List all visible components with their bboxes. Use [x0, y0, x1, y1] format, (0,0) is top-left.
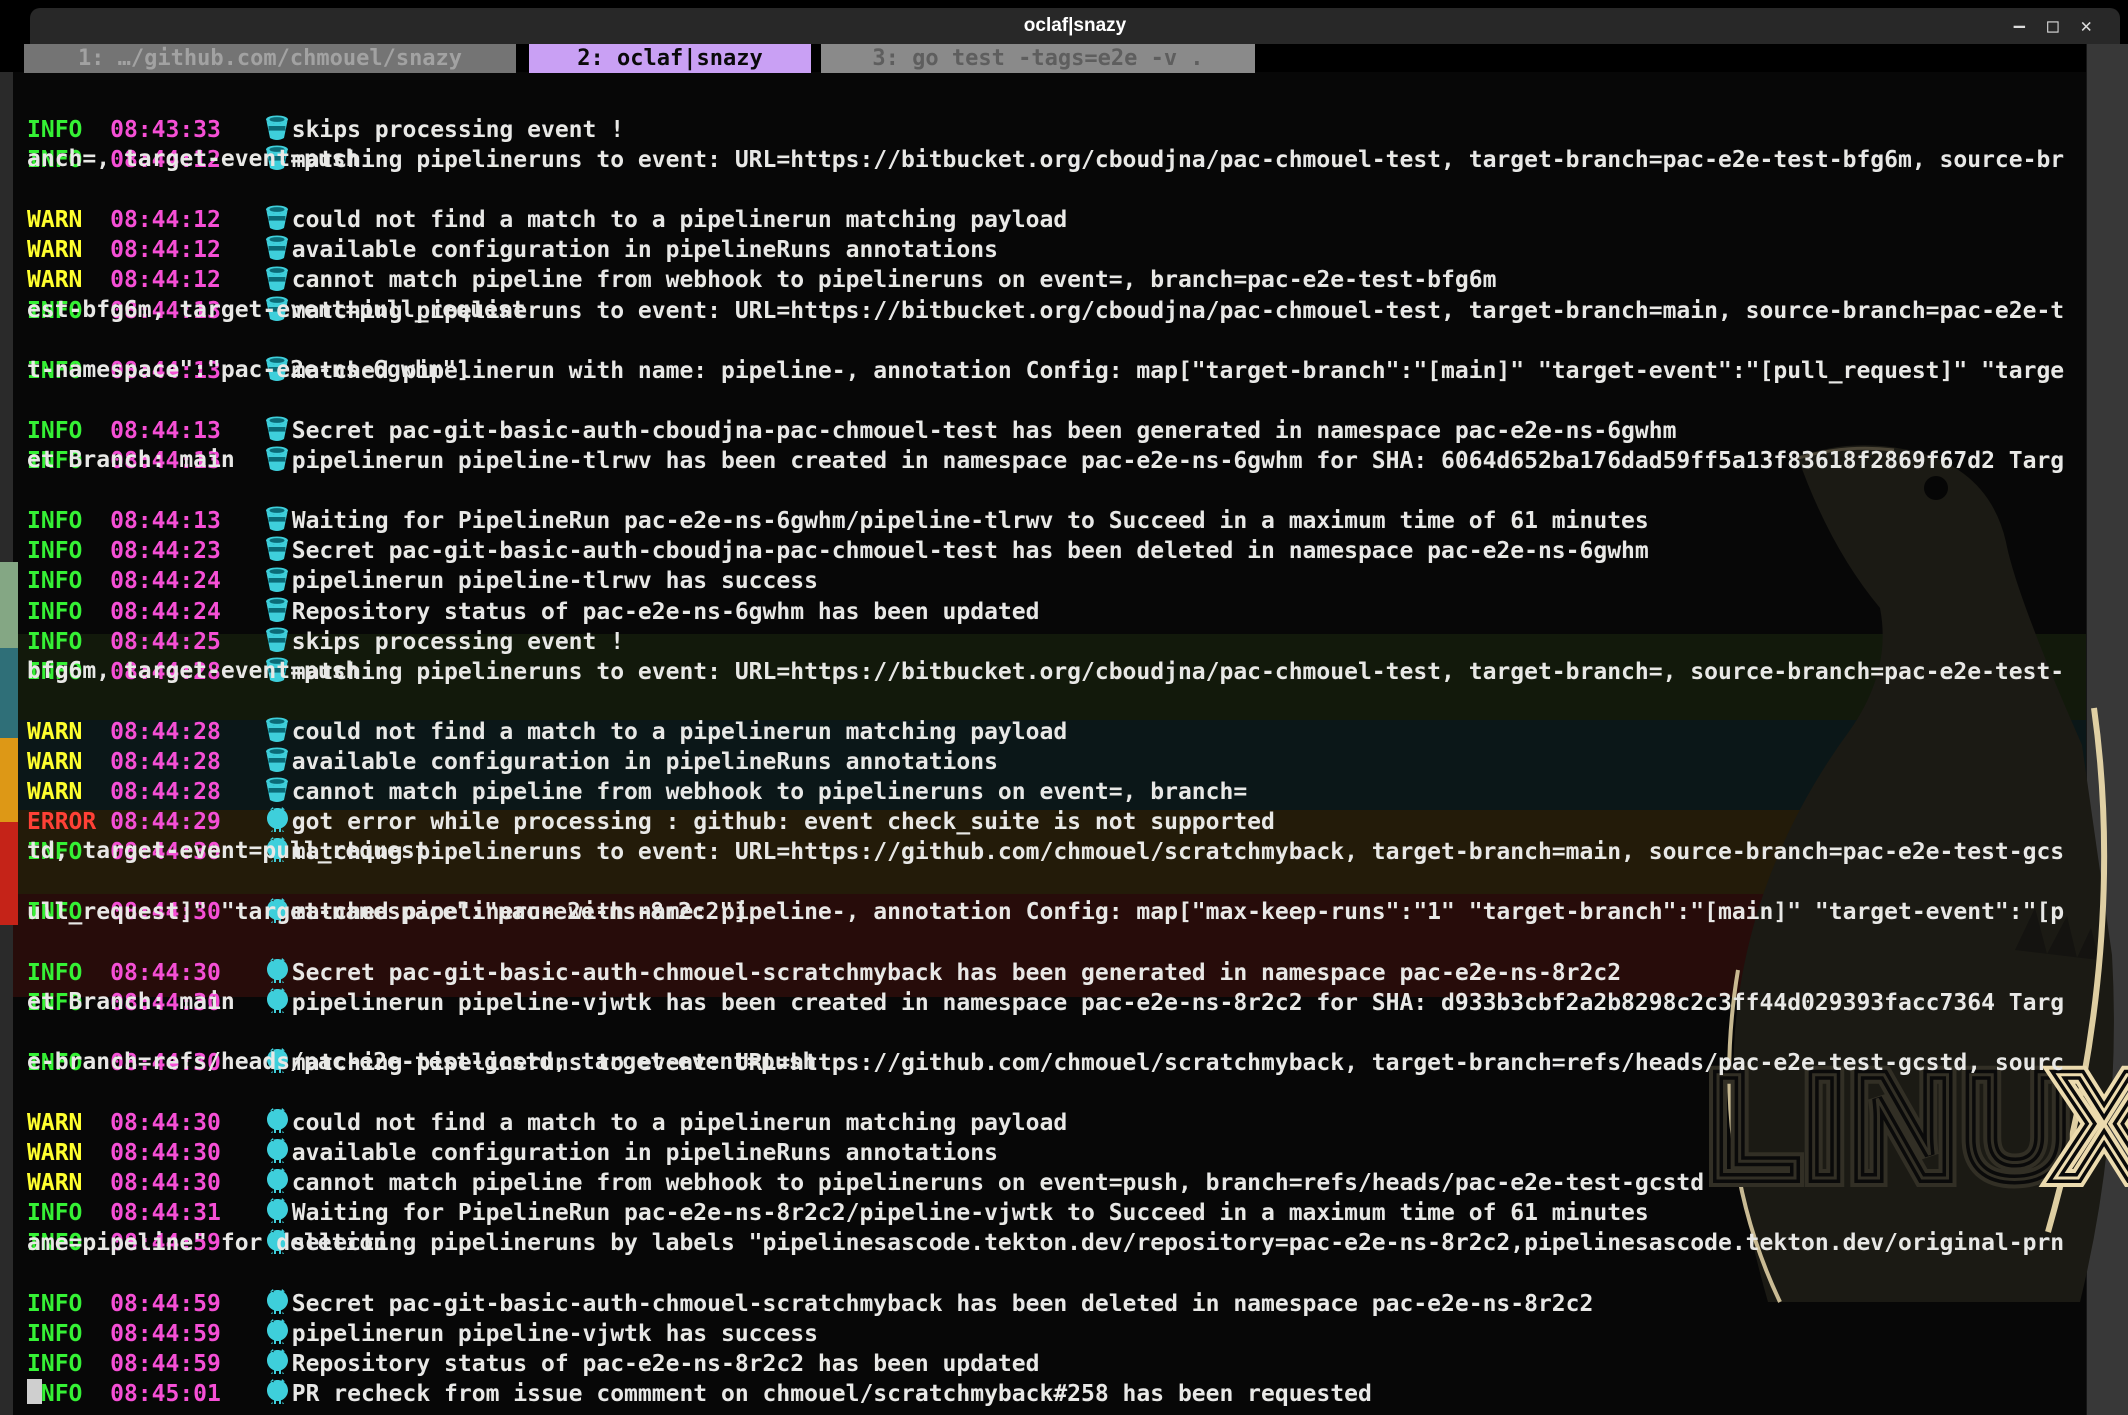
log-row: WARN 08:44:30 could not find a match to … — [0, 1077, 2087, 1107]
log-row: INFO 08:44:59 Secret pac-git-basic-auth-… — [0, 1258, 2087, 1288]
octocat-icon — [235, 957, 292, 1022]
log-message-continuation: ull_request]" "target-namespace":"pac-e2… — [27, 899, 747, 925]
close-button[interactable]: ✕ — [2081, 15, 2092, 37]
log-timestamp: 08:45:01 — [110, 1381, 235, 1407]
log-row: INFO 08:44:24 Repository status of pac-e… — [0, 566, 2087, 596]
minimize-button[interactable]: – — [2014, 15, 2025, 37]
log-row: INFO 08:44:12 matching pipelineruns to e… — [0, 114, 2087, 144]
log-row: WARN 08:44:12 could not find a match to … — [0, 174, 2087, 204]
log-message: matching pipelineruns to event: URL=http… — [292, 839, 2064, 865]
log-message: PR recheck from issue commment on chmoue… — [292, 1381, 1372, 1407]
log-row: INFO 08:44:31 Waiting for PipelineRun pa… — [0, 1167, 2087, 1197]
log-message-continuation: ame=pipeline" for deletion — [27, 1230, 387, 1256]
log-row: WARN 08:44:28 cannot match pipeline from… — [0, 746, 2087, 776]
log-row: INFO 08:44:30 matching pipelineruns to e… — [0, 806, 2087, 836]
log-row: ERROR 08:44:29 got error while processin… — [0, 776, 2087, 806]
log-row: INFO 08:44:13 matching pipelineruns to e… — [0, 265, 2087, 295]
log-message: matching pipelineruns to event: URL=http… — [292, 147, 2064, 173]
log-message: matching pipelineruns to event: URL=http… — [292, 298, 2064, 324]
log-message: pipelinerun pipeline-tlrwv has been crea… — [292, 448, 2064, 474]
octocat-icon — [235, 1348, 292, 1413]
log-row: INFO 08:44:30 pipelinerun pipeline-vjwtk… — [0, 957, 2087, 987]
titlebar[interactable]: oclaf|snazy – □ ✕ — [30, 8, 2120, 44]
maximize-button[interactable]: □ — [2047, 15, 2058, 37]
log-row: INFO 08:44:30 Secret pac-git-basic-auth-… — [0, 927, 2087, 957]
log-message-continuation: e-branch=refs/heads/pac-e2e-test-gcstd, … — [27, 1049, 816, 1075]
log-row: WARN 08:44:30 cannot match pipeline from… — [0, 1137, 2087, 1167]
terminal-log[interactable]: INFO 08:43:33 skips processing event !IN… — [0, 84, 2087, 1415]
log-message: matched pipelinerun with name: pipeline-… — [292, 358, 2064, 384]
terminal-cursor — [27, 1379, 42, 1404]
log-message-continuation: et Branch: main — [27, 447, 235, 473]
log-message: pipelinerun pipeline-vjwtk has been crea… — [292, 990, 2064, 1016]
log-message-continuation: est-bfg6m, target-event=pull_request — [27, 297, 526, 323]
log-row: INFO 08:44:13 matched pipelinerun with n… — [0, 325, 2087, 355]
log-message-continuation: et Branch: main — [27, 989, 235, 1015]
log-row: WARN 08:44:28 could not find a match to … — [0, 686, 2087, 716]
log-row: INFO 08:44:23 Secret pac-git-basic-auth-… — [0, 505, 2087, 535]
log-row: INFO 08:44:30 matching pipelineruns to e… — [0, 1017, 2087, 1047]
bucket-icon — [235, 415, 292, 480]
log-message-continuation: td, target-event=pull_request — [27, 838, 429, 864]
terminal-window: LINU LINU LINU X X X oclaf|snazy – □ ✕ 1… — [0, 0, 2128, 1415]
log-message-continuation: anch=, target-event=push — [27, 146, 359, 172]
tab-window-2-active[interactable]: 2: oclaf|snazy — [529, 44, 811, 73]
log-row: INFO 08:44:13 Secret pac-git-basic-auth-… — [0, 385, 2087, 415]
log-row: INFO 08:44:13 Waiting for PipelineRun pa… — [0, 475, 2087, 505]
log-message: matching pipelineruns to event: URL=http… — [292, 659, 2064, 685]
log-row: INFO 08:45:01 PR recheck from issue comm… — [0, 1348, 2087, 1378]
log-row: INFO 08:44:25 skips processing event ! — [0, 596, 2087, 626]
log-row: INFO 08:44:13 pipelinerun pipeline-tlrwv… — [0, 415, 2087, 445]
window-title: oclaf|snazy — [30, 8, 2120, 44]
log-row: INFO 08:44:59 Repository status of pac-e… — [0, 1318, 2087, 1348]
log-message: selecting pipelineruns by labels "pipeli… — [292, 1231, 2064, 1257]
log-row: INFO 08:44:59 selecting pipelineruns by … — [0, 1197, 2087, 1227]
tab-window-1[interactable]: 1: …/github.com/chmouel/snazy — [24, 44, 516, 73]
log-row: INFO 08:44:30 matched pipelinerun with n… — [0, 866, 2087, 896]
tab-window-3[interactable]: 3: go test -tags=e2e -v . — [821, 44, 1255, 73]
log-row: INFO 08:43:33 skips processing event ! — [0, 84, 2087, 114]
log-row: WARN 08:44:12 cannot match pipeline from… — [0, 234, 2087, 264]
log-message-continuation: t-namespace":"pac-e2e-ns-6gwhm"] — [27, 357, 470, 383]
log-message-continuation: bfg6m, target-event=push — [27, 658, 359, 684]
log-row: INFO 08:44:28 matching pipelineruns to e… — [0, 626, 2087, 656]
